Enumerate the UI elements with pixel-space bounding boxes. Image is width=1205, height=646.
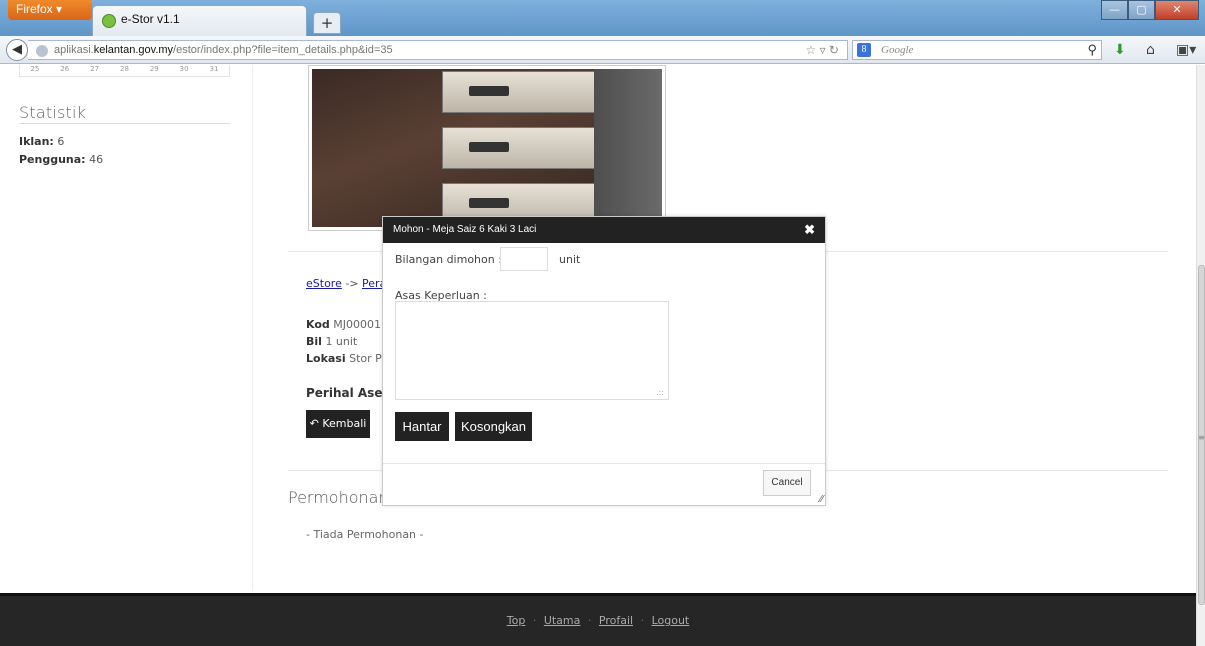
drawer-graphic	[442, 127, 602, 169]
firefox-menu-button[interactable]: Firefox ▾	[8, 0, 92, 20]
calendar-day[interactable]: 30	[180, 65, 189, 76]
divider	[19, 123, 230, 124]
search-icon[interactable]: ⚲	[1087, 42, 1097, 58]
bilangan-input[interactable]	[500, 247, 548, 271]
detail-lokasi: Lokasi Stor Pe	[306, 352, 388, 365]
dialog-footer: Cancel ⁄⁄	[383, 463, 825, 505]
url-prefix: aplikasi.	[54, 44, 94, 56]
stat-pengguna: Pengguna: 46	[19, 153, 103, 166]
window-controls: — ▢ ✕	[1101, 0, 1199, 20]
tab-title: e-Stor v1.1	[121, 12, 180, 26]
url-path: /estor/index.php?file=item_details.php&i…	[173, 44, 393, 56]
bilangan-label: Bilangan dimohon :	[395, 253, 502, 266]
asas-keperluan-textarea[interactable]: .::	[395, 301, 669, 400]
statistik-heading: Statistik	[19, 103, 87, 122]
drawer-graphic	[442, 71, 602, 113]
footer-link-profail[interactable]: Profail	[599, 614, 633, 627]
request-dialog: Mohon - Meja Saiz 6 Kaki 3 Laci ✖ Bilang…	[382, 216, 826, 506]
page-footer: Top · Utama · Profail · Logout	[0, 593, 1196, 646]
footer-link-logout[interactable]: Logout	[652, 614, 690, 627]
minimize-icon[interactable]: —	[1101, 0, 1128, 20]
breadcrumb-estore-link[interactable]: eStore	[306, 277, 342, 290]
calendar-day[interactable]: 28	[120, 65, 129, 76]
detail-label: Kod	[306, 318, 330, 331]
site-favicon-icon	[102, 14, 116, 28]
resize-grip-icon[interactable]: .::	[656, 388, 664, 397]
back-arrow-icon[interactable]: ◀	[6, 39, 28, 61]
dialog-body: Bilangan dimohon : unit Asas Keperluan :…	[383, 243, 825, 463]
new-tab-button[interactable]: +	[313, 12, 341, 34]
detail-kod: Kod MJ00001	[306, 318, 381, 331]
breadcrumb: eStore -> Pera	[306, 277, 386, 290]
dialog-resize-icon[interactable]: ⁄⁄	[820, 494, 823, 505]
bookmark-star-icon[interactable]: ☆ ▿ ↻	[805, 43, 839, 57]
item-photo	[308, 65, 666, 231]
reset-button[interactable]: Kosongkan	[455, 412, 532, 441]
scrollbar-grip-icon: ≡	[1198, 433, 1205, 442]
browser-tab[interactable]: e-Stor v1.1	[92, 5, 307, 36]
browser-titlebar: Firefox ▾ e-Stor v1.1 + — ▢ ✕	[0, 0, 1205, 36]
footer-link-utama[interactable]: Utama	[544, 614, 581, 627]
dialog-header: Mohon - Meja Saiz 6 Kaki 3 Laci ✖	[383, 217, 825, 243]
home-icon[interactable]: ⌂	[1146, 42, 1155, 58]
detail-value: MJ00001	[333, 318, 381, 331]
unit-label: unit	[559, 253, 581, 266]
dialog-title: Mohon - Meja Saiz 6 Kaki 3 Laci	[393, 224, 537, 235]
browser-navbar: ◀ aplikasi.kelantan.gov.my/estor/index.p…	[0, 36, 1205, 64]
site-identity-icon[interactable]	[36, 45, 48, 57]
page-scrollbar[interactable]: ≡	[1196, 65, 1205, 646]
close-window-icon[interactable]: ✕	[1155, 0, 1199, 20]
stat-label: Pengguna:	[19, 153, 86, 166]
stat-label: Iklan:	[19, 135, 54, 148]
desk-side-graphic	[594, 69, 662, 227]
stat-value: 6	[57, 135, 65, 148]
cancel-button[interactable]: Cancel	[763, 470, 811, 496]
url-bar[interactable]: aplikasi.kelantan.gov.my/estor/index.php…	[28, 40, 848, 60]
submit-button[interactable]: Hantar	[395, 412, 449, 441]
footer-separator: ·	[587, 614, 592, 627]
sidebar: 25 26 27 28 29 30 31 Statistik Iklan: 6 …	[0, 65, 253, 591]
detail-value: 1 unit	[325, 335, 358, 348]
close-icon[interactable]: ✖	[804, 222, 815, 238]
permohonan-empty-text: - Tiada Permohonan -	[306, 528, 424, 541]
back-button[interactable]: ↶ Kembali	[306, 410, 370, 438]
detail-label: Bil	[306, 335, 322, 348]
stat-iklan: Iklan: 6	[19, 135, 64, 148]
search-placeholder: Google	[881, 44, 914, 56]
google-icon[interactable]: 8	[857, 43, 871, 57]
detail-label: Lokasi	[306, 352, 346, 365]
detail-bil: Bil 1 unit	[306, 335, 357, 348]
calendar-day[interactable]: 27	[90, 65, 99, 76]
back-button-label: Kembali	[322, 417, 367, 430]
maximize-icon[interactable]: ▢	[1128, 0, 1155, 20]
calendar-day[interactable]: 29	[150, 65, 159, 76]
url-domain: kelantan.gov.my	[93, 44, 174, 56]
stat-value: 46	[89, 153, 104, 166]
footer-separator: ·	[532, 614, 537, 627]
calendar-remnant: 25 26 27 28 29 30 31	[19, 65, 230, 77]
breadcrumb-separator: ->	[345, 277, 359, 290]
download-icon[interactable]: ⬇	[1114, 42, 1126, 58]
perihal-aset-heading: Perihal Aset	[306, 386, 389, 400]
footer-separator: ·	[640, 614, 645, 627]
calendar-day[interactable]: 31	[210, 65, 219, 76]
search-input[interactable]: 8 Google ⚲	[852, 40, 1102, 60]
footer-link-top[interactable]: Top	[507, 614, 526, 627]
bookmarks-menu-icon[interactable]: ▣▾	[1176, 42, 1196, 58]
permohonan-heading: Permohonan	[288, 488, 389, 507]
calendar-day[interactable]: 25	[30, 65, 39, 76]
calendar-day[interactable]: 26	[60, 65, 69, 76]
back-arrow-icon: ↶	[309, 417, 319, 430]
